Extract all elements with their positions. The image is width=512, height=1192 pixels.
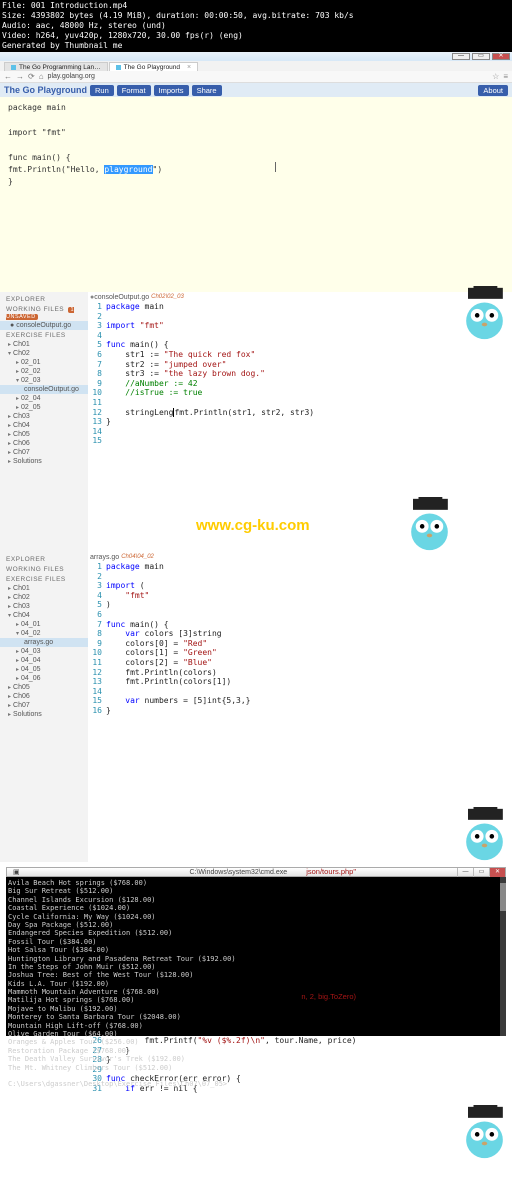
text-selection: playground xyxy=(104,165,152,174)
imports-button[interactable]: Imports xyxy=(154,85,189,96)
folder-item[interactable]: 04_04 xyxy=(0,656,88,665)
folder-item[interactable]: 04_02 xyxy=(0,629,88,638)
background-code-snippet: n, 2, big.ToZero) xyxy=(301,992,356,1001)
folder-item[interactable]: 02_02 xyxy=(0,367,88,376)
run-button[interactable]: Run xyxy=(90,85,114,96)
editor-with-terminal: ▣ C:\Windows\system32\cmd.exe — ▭ ✕ Avil… xyxy=(0,867,512,1160)
reload-button[interactable]: ⟳ xyxy=(28,72,35,81)
gopher-mascot-icon xyxy=(457,286,512,341)
folder-item[interactable]: 02_05 xyxy=(0,403,88,412)
folder-ch01[interactable]: Ch01 xyxy=(0,340,88,349)
browser-window: — ▭ ✕ The Go Programming Lan… The Go Pla… xyxy=(0,52,512,292)
playground-header: The Go Playground Run Format Imports Sha… xyxy=(0,83,512,97)
explorer-heading: EXPLORER xyxy=(0,554,88,564)
window-titlebar: — ▭ ✕ xyxy=(0,52,512,61)
code-editor[interactable]: package main import "fmt" func main() { … xyxy=(0,97,512,292)
folder-item[interactable]: Ch05 xyxy=(0,683,88,692)
folder-item[interactable]: 04_03 xyxy=(0,647,88,656)
maximize-button[interactable]: ▭ xyxy=(473,868,489,877)
folder-item[interactable]: Ch04 xyxy=(0,611,88,620)
exercise-files-heading[interactable]: EXERCISE FILES xyxy=(0,574,88,584)
folder-item[interactable]: 04_06 xyxy=(0,674,88,683)
share-button[interactable]: Share xyxy=(192,85,222,96)
sidebar-item-working-file[interactable]: ● consoleOutput.go xyxy=(0,321,88,330)
browser-tab-active[interactable]: The Go Playground × xyxy=(109,62,198,71)
code-editor-window: EXPLORER WORKING FILES EXERCISE FILES Ch… xyxy=(0,552,512,862)
gopher-mascot-icon xyxy=(402,497,457,552)
page-title: The Go Playground xyxy=(4,85,87,95)
line-gutter: 12345678910111213141516 xyxy=(88,562,106,716)
close-button[interactable]: ✕ xyxy=(492,53,510,60)
browser-tab[interactable]: The Go Programming Lan… xyxy=(4,62,108,71)
browser-toolbar: ← → ⟳ ⌂ play.golang.org ☆ ≡ xyxy=(0,71,512,83)
scrollbar-thumb[interactable] xyxy=(500,883,506,911)
folder-item[interactable]: 02_04 xyxy=(0,394,88,403)
bookmark-icon[interactable]: ☆ xyxy=(492,72,499,81)
browser-tab-strip: The Go Programming Lan… The Go Playgroun… xyxy=(0,61,512,71)
folder-item[interactable]: Solutions xyxy=(0,457,88,466)
cmd-titlebar[interactable]: ▣ C:\Windows\system32\cmd.exe — ▭ ✕ xyxy=(6,867,506,877)
folder-item[interactable]: Solutions xyxy=(0,710,88,719)
editor-tab[interactable]: ● consoleOutput.go Ch02\02_03 xyxy=(88,292,457,302)
folder-item[interactable]: 02_01 xyxy=(0,358,88,367)
sidebar-item-file[interactable]: arrays.go xyxy=(0,638,88,647)
gopher-mascot-icon xyxy=(457,1105,512,1160)
folder-item[interactable]: Ch06 xyxy=(0,439,88,448)
working-files-heading[interactable]: WORKING FILES 1 UNSAVED xyxy=(0,304,88,321)
format-button[interactable]: Format xyxy=(117,85,151,96)
code-editor-window: EXPLORER WORKING FILES 1 UNSAVED ● conso… xyxy=(0,292,457,552)
maximize-button[interactable]: ▭ xyxy=(472,53,490,60)
back-button[interactable]: ← xyxy=(4,72,12,81)
folder-item[interactable]: 02_03 xyxy=(0,376,88,385)
sidebar-item-file[interactable]: consoleOutput.go xyxy=(0,385,88,394)
background-code-snippet: json/tours.php" xyxy=(306,867,356,876)
close-button[interactable]: ✕ xyxy=(489,868,505,877)
cmd-window: ▣ C:\Windows\system32\cmd.exe — ▭ ✕ Avil… xyxy=(6,867,506,1036)
favicon-icon xyxy=(116,65,121,70)
folder-item[interactable]: Ch01 xyxy=(0,584,88,593)
folder-item[interactable]: 04_01 xyxy=(0,620,88,629)
forward-button[interactable]: → xyxy=(16,72,24,81)
folder-item[interactable]: Ch03 xyxy=(0,602,88,611)
minimize-button[interactable]: — xyxy=(452,53,470,60)
folder-item[interactable]: Ch06 xyxy=(0,692,88,701)
folder-item[interactable]: Ch04 xyxy=(0,421,88,430)
explorer-sidebar: EXPLORER WORKING FILES EXERCISE FILES Ch… xyxy=(0,552,88,862)
menu-icon[interactable]: ≡ xyxy=(503,72,508,81)
cmd-output[interactable]: Avila Beach Hot springs ($768.00) Big Su… xyxy=(6,877,506,1036)
home-button[interactable]: ⌂ xyxy=(39,72,44,81)
code-content[interactable]: package main import "fmt" func main() { … xyxy=(106,302,457,446)
explorer-heading: EXPLORER xyxy=(0,294,88,304)
folder-item[interactable]: Ch03 xyxy=(0,412,88,421)
cmd-icon: ▣ xyxy=(13,868,20,876)
cmd-title-text: C:\Windows\system32\cmd.exe xyxy=(20,869,457,876)
watermark-text: www.cg-ku.com xyxy=(196,517,310,534)
folder-item[interactable]: Ch05 xyxy=(0,430,88,439)
editor-tab[interactable]: arrays.go Ch04\04_02 xyxy=(88,552,512,562)
explorer-sidebar: EXPLORER WORKING FILES 1 UNSAVED ● conso… xyxy=(0,292,88,552)
editor-pane[interactable]: arrays.go Ch04\04_02 1234567891011121314… xyxy=(88,552,512,862)
code-content[interactable]: package main import ( "fmt" ) func main(… xyxy=(106,562,512,716)
working-files-heading[interactable]: WORKING FILES xyxy=(0,564,88,574)
tab-close-icon[interactable]: × xyxy=(187,64,191,71)
folder-ch02[interactable]: Ch02 xyxy=(0,349,88,358)
text-cursor xyxy=(275,162,276,172)
folder-item[interactable]: Ch07 xyxy=(0,448,88,457)
folder-item[interactable]: Ch07 xyxy=(0,701,88,710)
about-button[interactable]: About xyxy=(478,85,508,96)
gopher-mascot-icon xyxy=(457,807,512,862)
folder-item[interactable]: 04_05 xyxy=(0,665,88,674)
line-gutter: 123456789101112131415 xyxy=(88,302,106,446)
video-metadata-overlay: File: 001 Introduction.mp4 Size: 4393802… xyxy=(0,0,512,52)
minimize-button[interactable]: — xyxy=(457,868,473,877)
address-bar[interactable]: play.golang.org xyxy=(48,73,95,80)
favicon-icon xyxy=(11,65,16,70)
folder-item[interactable]: Ch02 xyxy=(0,593,88,602)
exercise-files-heading[interactable]: EXERCISE FILES xyxy=(0,330,88,340)
